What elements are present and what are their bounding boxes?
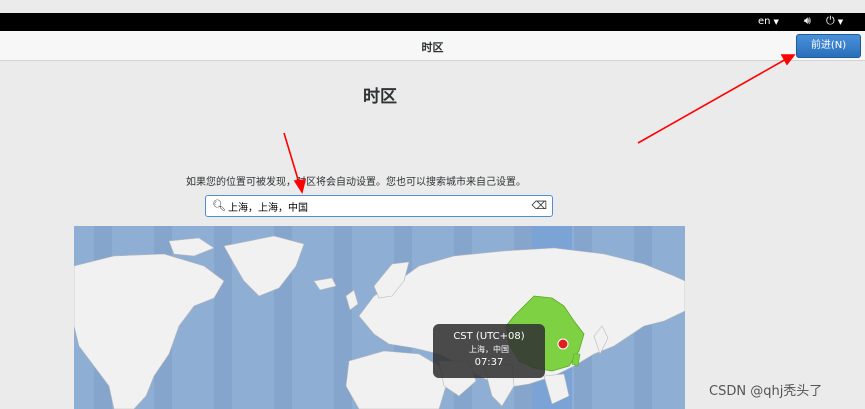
power-icon: ⏻	[826, 14, 835, 27]
timezone-tooltip: CST (UTC+08) 上海，中国 07:37	[433, 324, 545, 378]
chevron-down-icon: ▼	[837, 18, 844, 26]
header-bar: 时区	[0, 31, 865, 61]
location-pin-icon	[557, 338, 569, 350]
top-panel	[0, 13, 865, 31]
chevron-down-icon: ▼	[773, 18, 779, 26]
search-input[interactable]: 🔍︎ 上海，上海，中国 ⌫	[205, 195, 553, 217]
next-button[interactable]: 前进(N)	[796, 34, 861, 58]
page-title: 时区	[363, 87, 397, 107]
timezone-map[interactable]	[74, 226, 685, 409]
system-top-bar	[0, 0, 865, 31]
speaker-icon[interactable]: 🔊︎	[804, 14, 811, 28]
description-text: 如果您的位置可被发现，时区将会自动设置。您也可以搜索城市来自己设置。	[186, 177, 526, 188]
language-label: en	[758, 16, 771, 27]
tooltip-time: 07:37	[474, 357, 504, 368]
language-selector[interactable]: en ▼	[758, 15, 779, 29]
clear-icon[interactable]: ⌫	[531, 199, 547, 212]
search-icon: 🔍︎	[212, 199, 226, 212]
search-value: 上海，上海，中国	[228, 203, 308, 214]
power-menu[interactable]: ⏻ ▼	[826, 14, 843, 29]
tooltip-timezone: CST (UTC+08)	[453, 331, 525, 342]
header-title: 时区	[421, 41, 444, 54]
tooltip-location: 上海，中国	[469, 345, 509, 354]
watermark: CSDN @qhj秃头了	[709, 384, 823, 399]
world-map	[74, 226, 685, 409]
